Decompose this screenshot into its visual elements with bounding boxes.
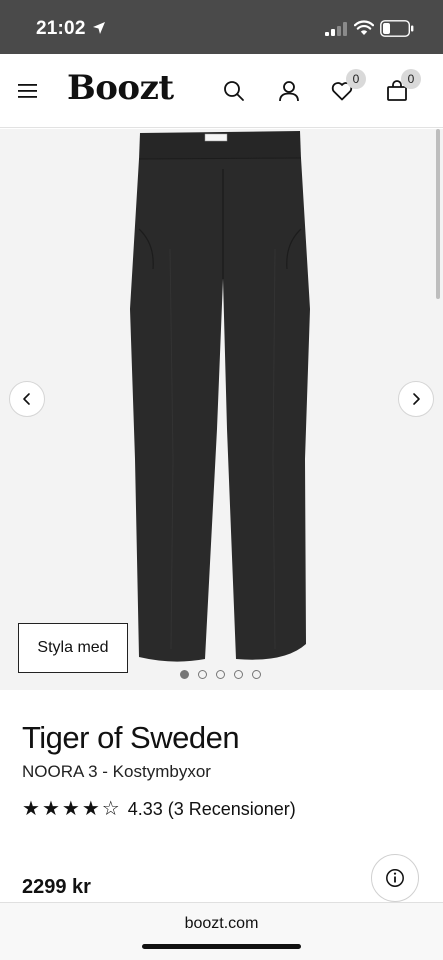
home-indicator[interactable] <box>142 944 301 949</box>
cart-count-badge: 0 <box>401 69 421 89</box>
previous-image-button[interactable] <box>9 381 45 417</box>
menu-button[interactable] <box>13 76 43 106</box>
info-button[interactable] <box>371 854 419 902</box>
star-filled-icon: ★ <box>61 798 80 820</box>
url-text[interactable]: boozt.com <box>0 915 443 933</box>
reviews-link[interactable]: (3 Recensioner) <box>168 799 296 820</box>
cart-button[interactable]: 0 <box>382 69 421 106</box>
chevron-right-icon <box>413 393 420 405</box>
browser-address-bar[interactable]: boozt.com <box>0 902 443 960</box>
status-time: 21:02 <box>36 18 86 39</box>
price: 2299 kr <box>22 876 91 898</box>
user-icon <box>279 81 299 102</box>
info-icon <box>386 869 404 887</box>
location-arrow-icon <box>93 22 105 34</box>
star-filled-icon: ★ <box>22 798 40 820</box>
menu-icon <box>18 84 37 98</box>
signal-icon <box>325 22 347 36</box>
product-name: NOORA 3 - Kostymbyxor <box>22 762 211 781</box>
wishlist-button[interactable]: 0 <box>327 69 366 106</box>
account-button[interactable] <box>274 76 304 106</box>
gallery-pagination <box>180 670 261 679</box>
rating-value: 4.33 <box>127 799 163 819</box>
pagination-dot[interactable] <box>252 670 261 679</box>
pagination-dot[interactable] <box>216 670 225 679</box>
product-gallery[interactable]: Styla med <box>0 129 443 690</box>
wishlist-count-badge: 0 <box>346 69 366 89</box>
site-header: Boozt 0 0 <box>0 54 443 128</box>
pagination-dot[interactable] <box>234 670 243 679</box>
search-icon <box>224 81 244 101</box>
style-with-button[interactable]: Styla med <box>18 623 128 673</box>
pagination-dot[interactable] <box>180 670 189 679</box>
star-filled-icon: ★ <box>41 798 60 820</box>
brand-name[interactable]: Tiger of Sweden <box>22 720 240 756</box>
next-image-button[interactable] <box>398 381 434 417</box>
product-image <box>130 131 310 662</box>
chevron-left-icon <box>23 393 30 405</box>
battery-icon <box>380 20 414 37</box>
rating[interactable]: ★ ★ ★ ★ ☆ 4.33 (3 Recensioner) <box>22 799 296 820</box>
wifi-icon <box>354 20 374 35</box>
pagination-dot[interactable] <box>198 670 207 679</box>
rating-stars: ★ ★ ★ ★ ☆ <box>22 799 122 820</box>
search-button[interactable] <box>219 76 249 106</box>
star-filled-icon: ★ <box>81 798 100 820</box>
boozt-logo[interactable]: Boozt <box>67 68 174 108</box>
star-empty-icon: ☆ <box>101 798 120 820</box>
scrollbar[interactable] <box>436 129 440 299</box>
status-bar: 21:02 <box>0 0 443 54</box>
